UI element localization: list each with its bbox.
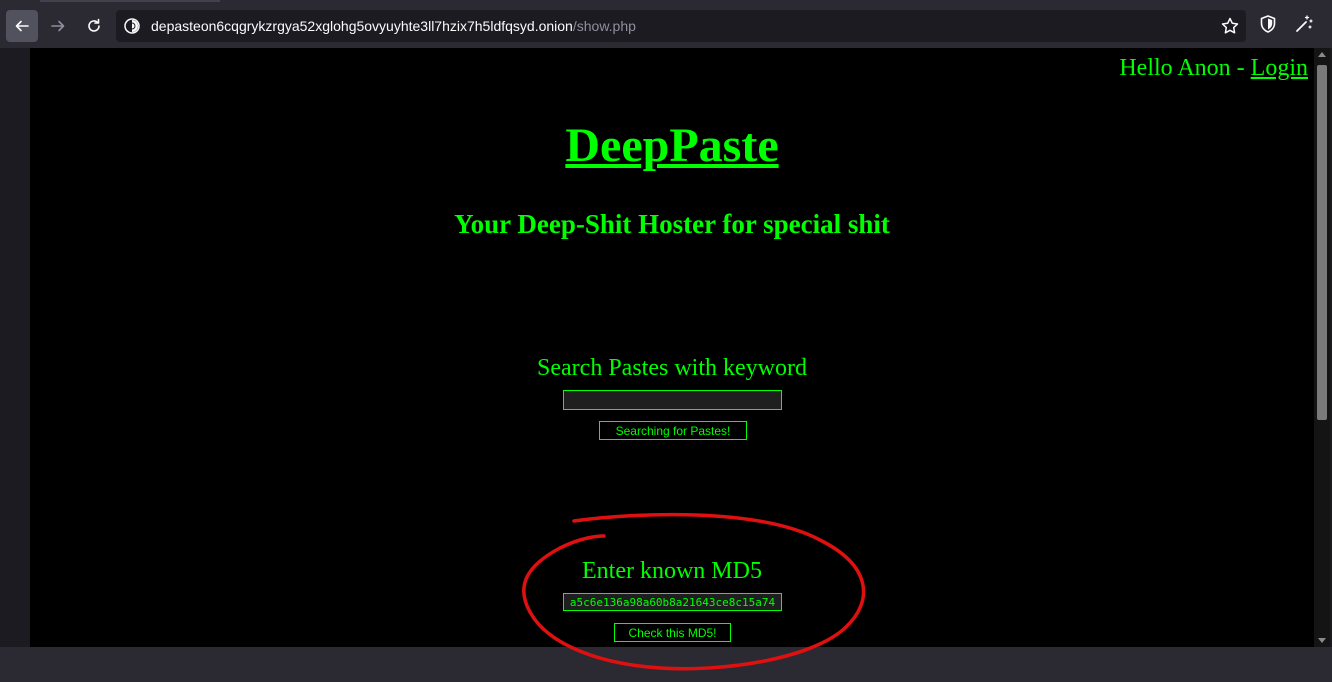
- tab-strip-edge: [40, 0, 220, 2]
- site-tagline: Your Deep-Shit Hoster for special shit: [454, 209, 890, 239]
- search-input[interactable]: [563, 390, 782, 410]
- deeppaste-page: Hello Anon - Login DeepPaste Your Deep-S…: [30, 48, 1314, 647]
- reload-icon: [88, 18, 100, 32]
- forward-arrow-icon: [51, 20, 65, 32]
- page-viewport: Hello Anon - Login DeepPaste Your Deep-S…: [30, 48, 1330, 647]
- site-title: DeepPaste: [30, 118, 1314, 174]
- url-host: depasteon6cqgrykzrgya52xglohg5ovyuyhte3l…: [151, 18, 573, 34]
- search-label: Search Pastes with keyword: [537, 355, 807, 381]
- back-button[interactable]: [6, 10, 38, 42]
- site-title-link[interactable]: DeepPaste: [565, 119, 778, 172]
- md5-input[interactable]: [563, 593, 782, 611]
- scroll-down-arrow-icon[interactable]: [1318, 638, 1326, 643]
- reload-button[interactable]: [78, 10, 110, 42]
- url-path: /show.php: [572, 18, 636, 34]
- bookmark-star-icon[interactable]: [1220, 16, 1240, 36]
- magic-wand-icon[interactable]: [1294, 14, 1314, 34]
- login-link[interactable]: Login: [1251, 55, 1308, 81]
- scroll-thumb[interactable]: [1317, 65, 1327, 420]
- page-scrollbar[interactable]: [1314, 48, 1330, 647]
- search-pastes-button[interactable]: Searching for Pastes!: [599, 421, 747, 440]
- scroll-up-arrow-icon[interactable]: [1318, 52, 1326, 57]
- shield-icon[interactable]: [1258, 14, 1278, 34]
- forward-button[interactable]: [42, 10, 74, 42]
- user-greeting: Hello Anon - Login: [1119, 55, 1308, 82]
- check-md5-button[interactable]: Check this MD5!: [614, 623, 731, 642]
- url-text[interactable]: depasteon6cqgrykzrgya52xglohg5ovyuyhte3l…: [151, 18, 636, 34]
- browser-bottom-strip: [0, 647, 1332, 682]
- browser-toolbar: depasteon6cqgrykzrgya52xglohg5ovyuyhte3l…: [0, 0, 1332, 48]
- md5-label: Enter known MD5: [582, 558, 762, 584]
- onion-site-icon: [124, 18, 140, 34]
- url-bar[interactable]: depasteon6cqgrykzrgya52xglohg5ovyuyhte3l…: [116, 10, 1246, 42]
- greeting-text: Hello Anon -: [1119, 55, 1251, 81]
- back-arrow-icon: [15, 20, 29, 32]
